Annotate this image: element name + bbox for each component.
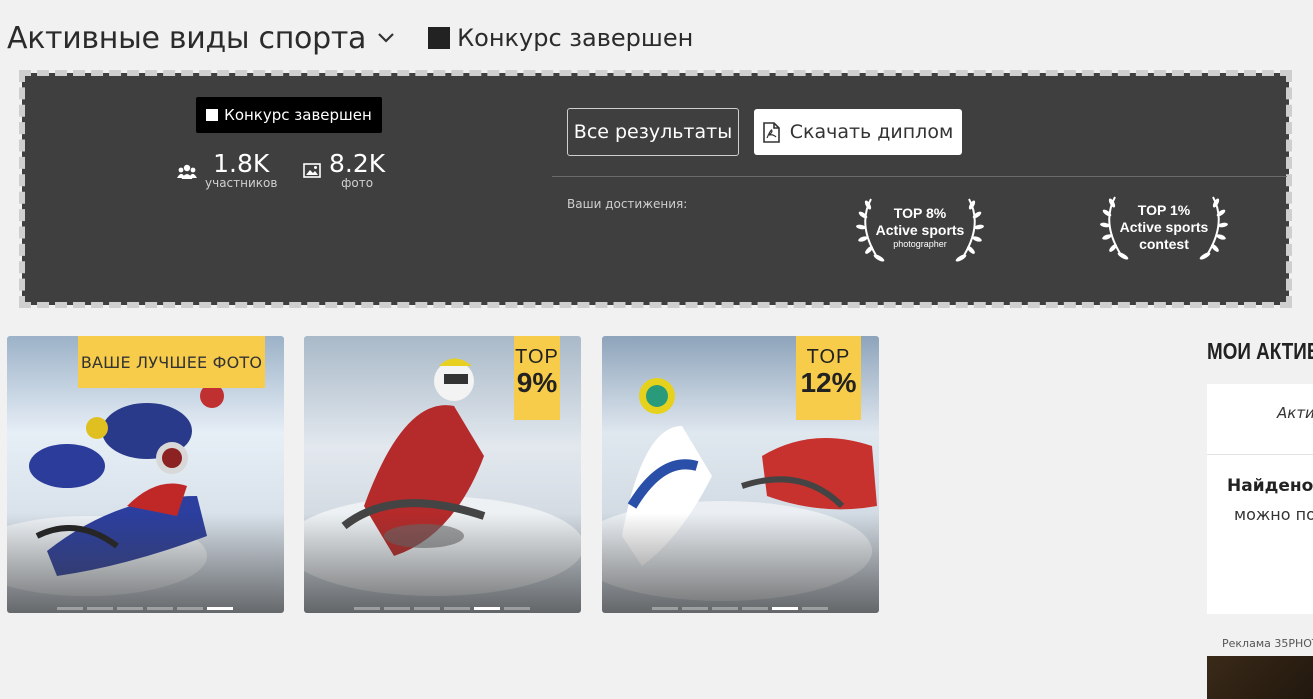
page-header: Активные виды спорта Конкурс завершен xyxy=(7,18,693,58)
rank-tag: TOP 12% xyxy=(796,336,861,420)
award-line3: contest xyxy=(1139,236,1189,252)
rank-tag: TOP 9% xyxy=(514,336,560,420)
award-top1: TOP 1% Active sports contest xyxy=(1099,193,1229,263)
award-line1: TOP 1% xyxy=(1137,202,1191,218)
pdf-file-icon xyxy=(762,121,780,143)
divider xyxy=(552,176,1287,177)
divider xyxy=(1207,454,1313,455)
rank-tag-top: TOP xyxy=(515,346,559,368)
award-line2: Active sports xyxy=(875,222,965,238)
rank-tag-top: TOP xyxy=(806,346,851,368)
best-photo-tag: ВАШЕ ЛУЧШЕЕ ФОТО xyxy=(78,336,265,388)
all-results-button[interactable]: Все результаты xyxy=(567,108,739,156)
award-line2: Active sports xyxy=(1119,219,1209,235)
rank-tag-pct: 9% xyxy=(516,367,558,398)
participants-stat: 1.8K участников xyxy=(177,149,277,190)
carousel-dots[interactable] xyxy=(354,607,530,610)
award-line3: photographer xyxy=(893,239,947,249)
download-diploma-label: Скачать диплом xyxy=(789,121,954,143)
sidebar-found-text: Найдено 5 xyxy=(1227,476,1313,496)
photo-card[interactable]: TOP 9% xyxy=(304,336,581,613)
page-title: Активные виды спорта xyxy=(7,20,367,56)
sidebar-can-text: можно по xyxy=(1234,505,1313,524)
square-icon xyxy=(428,27,451,49)
photo-gradient xyxy=(304,513,581,613)
ad-label: Реклама 35PHOTO xyxy=(1222,637,1313,650)
photo-gradient xyxy=(7,513,284,613)
carousel-dots[interactable] xyxy=(57,607,233,610)
photo-card[interactable]: TOP 12% xyxy=(602,336,879,613)
rank-tag-pct: 12% xyxy=(800,367,857,398)
sidebar-subtitle: Акти xyxy=(1277,404,1313,422)
results-panel: Конкурс завершен 1.8K участников 8.2K фо… xyxy=(19,70,1292,308)
photos-count: 8.2K xyxy=(329,149,386,178)
status-badge: Конкурс завершен xyxy=(196,97,382,133)
status-badge-label: Конкурс завершен xyxy=(224,106,372,124)
square-icon xyxy=(206,109,219,121)
award-top8: TOP 8% Active sports photographer xyxy=(855,195,985,265)
sidebar-box: Акти Найдено 5 можно по xyxy=(1207,384,1313,614)
photos-stat: 8.2K фото xyxy=(303,149,385,190)
photo-card[interactable]: ВАШЕ ЛУЧШЕЕ ФОТО xyxy=(7,336,284,613)
participants-label: участников xyxy=(205,176,278,190)
users-icon xyxy=(177,163,197,185)
award-line1: TOP 8% xyxy=(893,205,947,221)
contest-status-label: Конкурс завершен xyxy=(457,24,694,52)
photo-gradient xyxy=(602,513,879,613)
image-icon xyxy=(303,163,321,182)
sidebar-title: МОИ АКТИВ xyxy=(1207,338,1313,364)
ad-image[interactable] xyxy=(1207,656,1313,699)
download-diploma-button[interactable]: Скачать диплом xyxy=(754,109,962,155)
carousel-dots[interactable] xyxy=(652,607,828,610)
chevron-down-icon[interactable] xyxy=(376,28,396,48)
contest-status: Конкурс завершен xyxy=(428,24,693,52)
participants-count: 1.8K xyxy=(213,149,270,178)
achievements-label: Ваши достижения: xyxy=(567,197,688,211)
